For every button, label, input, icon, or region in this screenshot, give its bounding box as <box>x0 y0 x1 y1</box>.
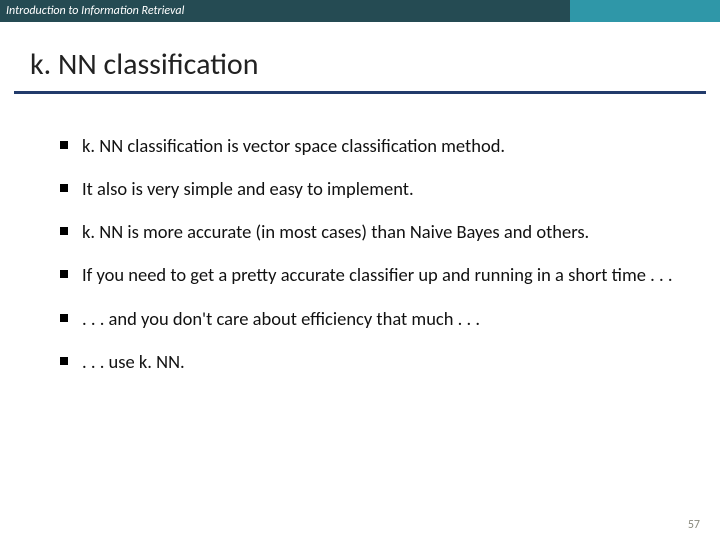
header-bar: Introduction to Information Retrieval <box>0 0 720 22</box>
list-item: It also is very simple and easy to imple… <box>60 171 676 206</box>
title-area: k. NN classification <box>0 22 720 89</box>
header-left: Introduction to Information Retrieval <box>0 0 570 22</box>
page-number: 57 <box>688 518 700 532</box>
bullet-list: k. NN classification is vector space cla… <box>60 128 676 379</box>
content-area: k. NN classification is vector space cla… <box>0 94 720 379</box>
header-accent <box>570 0 720 22</box>
list-item: If you need to get a pretty accurate cla… <box>60 257 676 292</box>
list-item: k. NN classification is vector space cla… <box>60 128 676 163</box>
list-item: k. NN is more accurate (in most cases) t… <box>60 214 676 249</box>
slide-title: k. NN classification <box>30 46 690 83</box>
header-title: Introduction to Information Retrieval <box>6 4 184 18</box>
list-item: . . . and you don't care about efficienc… <box>60 301 676 336</box>
list-item: . . . use k. NN. <box>60 344 676 379</box>
